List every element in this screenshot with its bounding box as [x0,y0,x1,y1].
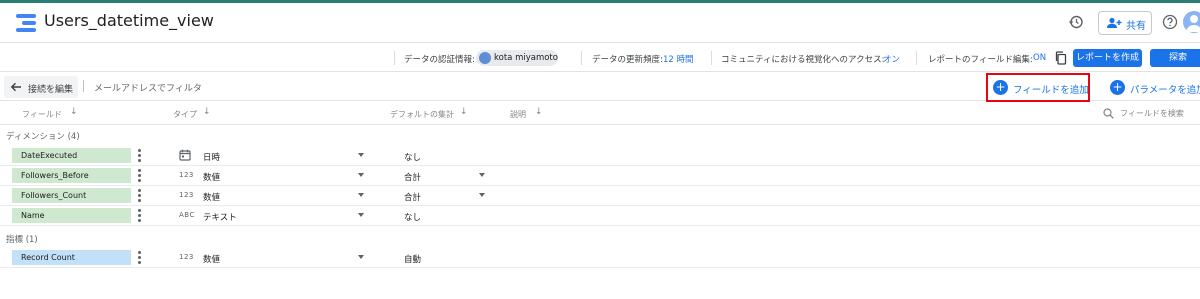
more-vert-icon[interactable] [138,189,142,203]
edit-connection-label: 接続を編集 [28,85,74,95]
aggregation-label[interactable]: なし [404,151,421,163]
arrow-back-icon [10,82,21,92]
more-vert-icon[interactable] [138,149,142,163]
dimension-chip[interactable]: Name [12,208,131,223]
table-row: DateExecuted 日時 なし [0,146,1200,166]
type-label[interactable]: テキスト [203,211,237,223]
divider [581,51,582,65]
field-edit-label: レポートのフィールド編集: [928,55,1033,65]
type-label[interactable]: 数値 [203,253,220,265]
aggregation-label[interactable]: 自動 [404,253,421,265]
table-row: Followers_Count 123 数値 合計 [0,186,1200,206]
credentials-owner-chip[interactable]: kota miyamoto [476,50,558,66]
chevron-down-icon[interactable] [358,193,364,197]
column-header-default-aggregation[interactable]: デフォルトの集計 [390,109,454,120]
help-icon[interactable] [1162,14,1178,30]
dimension-chip[interactable]: Followers_Count [12,188,131,203]
field-search-placeholder: フィールドを検索 [1120,109,1184,118]
add-circle-icon: + [1110,80,1125,95]
column-header-field[interactable]: フィールド [22,109,62,120]
metric-chip[interactable]: Record Count [12,250,131,265]
data-studio-logo-icon [16,14,36,32]
chevron-down-icon[interactable] [479,173,485,177]
metrics-section-label: 指標 (1) [6,235,38,245]
refresh-label: データの更新頻度: [592,55,663,65]
chevron-down-icon[interactable] [479,193,485,197]
divider [394,51,395,65]
chevron-down-icon[interactable] [358,255,364,259]
number-type-icon: 123 [179,171,194,179]
table-row: Record Count 123 数値 自動 [0,248,1200,268]
email-filter-link[interactable]: メールアドレスでフィルタ [94,81,202,94]
aggregation-label[interactable]: なし [404,211,421,223]
share-button[interactable]: 共有 [1098,11,1152,35]
sort-arrow-icon[interactable]: ↓ [535,107,543,117]
number-type-icon: 123 [179,253,194,261]
table-row: Name ABC テキスト なし [0,206,1200,226]
edit-bar: 接続を編集 メールアドレスでフィルタ + フィールドを追加 + パラメータを追加 [0,73,1200,102]
chevron-down-icon[interactable] [358,213,364,217]
type-label[interactable]: 数値 [203,191,220,203]
divider [83,80,84,92]
title-bar: Users_datetime_view 共有 [0,3,1200,43]
account-avatar[interactable] [1183,11,1200,33]
version-history-icon[interactable] [1068,14,1084,30]
community-access-value-link[interactable]: オン [883,53,900,65]
chevron-down-icon[interactable] [358,173,364,177]
aggregation-label[interactable]: 合計 [404,171,421,183]
column-header-description[interactable]: 説明 [510,109,526,120]
owner-name: kota miyamoto [494,53,558,63]
type-label[interactable]: 日時 [203,151,220,163]
refresh-value-link[interactable]: 12 時間 [663,53,694,65]
data-source-title[interactable]: Users_datetime_view [44,11,214,30]
divider [916,51,917,65]
more-vert-icon[interactable] [138,251,142,265]
share-label: 共有 [1126,21,1146,32]
calendar-icon [179,149,191,163]
sort-arrow-icon[interactable]: ↓ [460,107,468,117]
dimension-chip[interactable]: DateExecuted [12,148,131,163]
dimensions-section-label: ディメンション (4) [6,132,80,142]
data-source-info-bar: データの認証情報: kota miyamoto データの更新頻度: 12 時間 … [0,44,1200,72]
aggregation-label[interactable]: 合計 [404,191,421,203]
field-table-header: フィールド ↓ タイプ ↓ デフォルトの集計 ↓ 説明 ↓ フィールドを検索 [0,101,1200,125]
type-label[interactable]: 数値 [203,171,220,183]
add-field-label: フィールドを追加 [1013,85,1089,96]
more-vert-icon[interactable] [138,209,142,223]
create-report-button[interactable]: レポートを作成 [1073,49,1142,67]
add-parameter-label: パラメータを追加 [1130,85,1200,96]
explore-button[interactable]: 探索 [1150,49,1200,67]
divider [711,51,712,65]
sort-arrow-icon[interactable]: ↓ [70,107,78,117]
add-circle-icon: + [993,80,1008,95]
dimension-chip[interactable]: Followers_Before [12,168,131,183]
text-type-icon: ABC [179,211,195,219]
column-header-type[interactable]: タイプ [173,109,197,120]
chevron-down-icon[interactable] [358,153,364,157]
number-type-icon: 123 [179,191,194,199]
add-person-icon [1107,17,1122,28]
field-edit-value-link[interactable]: ON [1033,53,1046,63]
community-access-label: コミュニティにおける視覚化へのアクセス: [721,55,885,65]
table-row: Followers_Before 123 数値 合計 [0,166,1200,186]
credentials-label: データの認証情報: [404,55,475,65]
sort-arrow-icon[interactable]: ↓ [203,107,211,117]
search-icon [1103,108,1114,119]
edit-connection-button[interactable]: 接続を編集 [4,76,78,98]
more-vert-icon[interactable] [138,169,142,183]
owner-avatar [479,52,491,64]
copy-icon[interactable] [1054,51,1068,65]
